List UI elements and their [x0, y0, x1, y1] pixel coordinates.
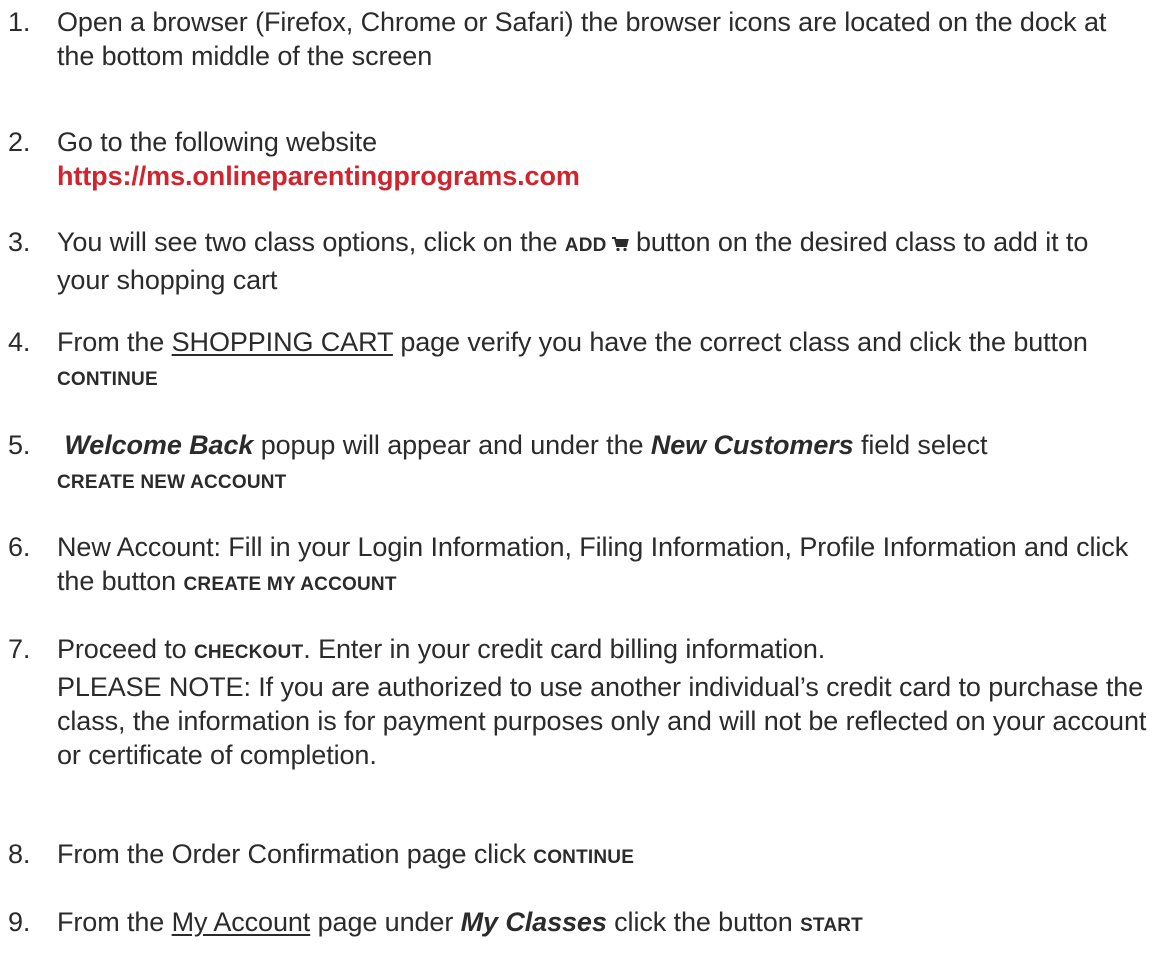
step-number: 7.	[8, 634, 31, 664]
step-text: Open a browser (Firefox, Chrome or Safar…	[57, 5, 1147, 73]
website-link[interactable]: https://ms.onlineparentingprograms.com	[57, 161, 580, 191]
shopping-cart-link: SHOPPING CART	[171, 327, 393, 357]
checkout-label: CHECKOUT	[194, 642, 304, 663]
step-9-text-mid: page under	[317, 907, 454, 937]
step-3-text-pre: You will see two class options, click on…	[57, 227, 558, 257]
step-2-text: Go to the following website	[57, 127, 377, 157]
my-account-link: My Account	[171, 907, 311, 937]
step-8-text: From the Order Confirmation page click	[57, 839, 526, 869]
step-5-text-mid: popup will appear and under the	[260, 430, 644, 460]
step-text: From the My Account page under My Classe…	[57, 905, 1147, 943]
step-number: 4.	[8, 327, 31, 357]
step-1-text: Open a browser (Firefox, Chrome or Safar…	[57, 7, 1107, 71]
step-9-text-pre: From the	[57, 907, 165, 937]
my-classes-label: My Classes	[460, 907, 607, 937]
step-text: Proceed to CHECKOUT. Enter in your credi…	[57, 632, 1147, 772]
step-text: Welcome Back popup will appear and under…	[57, 428, 1147, 500]
step-4-text-pre: From the	[57, 327, 165, 357]
step-number: 3.	[8, 227, 31, 257]
step-number: 1.	[8, 7, 31, 37]
step-9-text-post: click the button	[614, 907, 793, 937]
step-text: From the Order Confirmation page click C…	[57, 837, 1147, 875]
step-7-text-pre: Proceed to	[57, 634, 187, 664]
shopping-cart-icon	[611, 235, 629, 253]
step-text: You will see two class options, click on…	[57, 225, 1147, 297]
continue-button-label: CONTINUE	[57, 369, 158, 390]
new-customers-label: New Customers	[650, 430, 854, 460]
create-new-account-label: CREATE NEW ACCOUNT	[57, 472, 287, 493]
continue-button-label: CONTINUE	[533, 847, 635, 868]
step-text: From the SHOPPING CART page verify you h…	[57, 325, 1147, 397]
instructions-document: 1. Open a browser (Firefox, Chrome or Sa…	[0, 0, 1166, 971]
create-my-account-label: CREATE MY ACCOUNT	[183, 574, 397, 595]
step-5-text-post: field select	[861, 430, 988, 460]
step-number: 8.	[8, 839, 31, 869]
payment-note: PLEASE NOTE: If you are authorized to us…	[57, 672, 1147, 770]
step-7-text-post: . Enter in your credit card billing info…	[303, 634, 826, 664]
step-number: 5.	[8, 430, 31, 460]
add-button-label: ADD	[564, 235, 607, 256]
step-text: Go to the following website https://ms.o…	[57, 125, 1147, 193]
start-button-label: START	[800, 915, 863, 936]
step-4-text-mid: page verify you have the correct class a…	[400, 327, 1088, 357]
step-number: 9.	[8, 907, 31, 937]
step-text: New Account: Fill in your Login Informat…	[57, 530, 1147, 602]
welcome-back-label: Welcome Back	[64, 430, 254, 460]
step-number: 6.	[8, 532, 31, 562]
step-number: 2.	[8, 127, 31, 157]
